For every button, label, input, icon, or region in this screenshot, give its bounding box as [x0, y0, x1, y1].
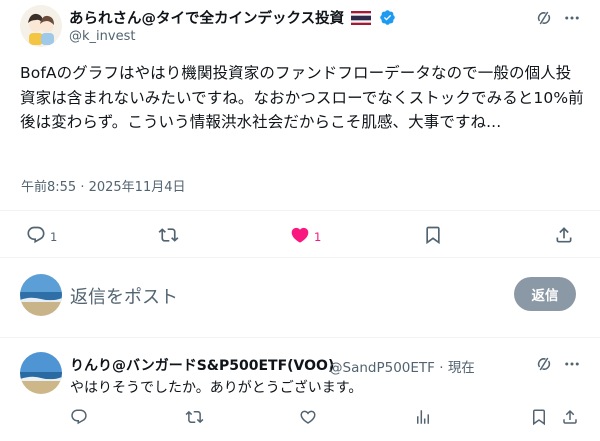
like-icon: [290, 225, 310, 248]
share-icon: [561, 408, 579, 429]
more-icon[interactable]: [561, 7, 583, 29]
share-icon: [554, 225, 574, 248]
reply-submit-button[interactable]: 返信: [514, 277, 576, 311]
author-name-text[interactable]: あられさん@タイで全カインデックス投資: [69, 11, 344, 27]
thailand-flag-icon: [351, 11, 372, 29]
reply-author-handle[interactable]: @SandP500ETF: [329, 360, 435, 376]
reply-like-button[interactable]: [299, 408, 317, 429]
author-avatar[interactable]: [20, 5, 62, 47]
reply-author-meta: @SandP500ETF · 現在: [329, 356, 475, 376]
repost-icon: [185, 408, 204, 429]
share-button[interactable]: [554, 225, 574, 248]
reply-input[interactable]: 返信をポスト: [70, 283, 178, 309]
repost-icon: [158, 225, 179, 248]
reply-icon: [26, 225, 46, 248]
like-count: 1: [314, 229, 322, 244]
reply-reply-button[interactable]: [70, 408, 88, 429]
bookmark-icon: [530, 408, 548, 429]
views-icon: [414, 408, 432, 429]
current-user-avatar[interactable]: [20, 274, 62, 316]
post-body: BofAのグラフはやはり機関投資家のファンドフローデータなので一般の個人投資家は…: [20, 64, 584, 131]
divider-top: [0, 210, 600, 211]
reply-body: やはりそうでしたか。ありがとうございます。: [70, 380, 363, 396]
reply-share-button[interactable]: [561, 408, 579, 429]
reply-author-name[interactable]: りんり@バンガードS&P500ETF(VOO): [70, 355, 334, 375]
reply-time[interactable]: 現在: [448, 360, 475, 376]
like-button[interactable]: 1: [290, 225, 321, 248]
reply-views-button[interactable]: [414, 408, 432, 429]
author-name[interactable]: あられさん@タイで全カインデックス投資: [69, 7, 396, 30]
post-timestamp[interactable]: 午前8:55 · 2025年11月4日: [21, 176, 186, 195]
reply-author-avatar[interactable]: [20, 352, 62, 394]
reply-count: 1: [50, 229, 58, 244]
post-detail: あられさん@タイで全カインデックス投資 @k_invest BofAのグラフはや…: [0, 0, 600, 441]
reply-grok-icon[interactable]: [533, 353, 555, 375]
reply-icon: [70, 408, 88, 429]
meta-separator: ·: [439, 360, 444, 376]
divider-actions: [0, 257, 600, 258]
reply-bookmark-button[interactable]: [530, 408, 548, 429]
reply-more-icon[interactable]: [561, 353, 583, 375]
reply-repost-button[interactable]: [185, 408, 204, 429]
bookmark-button[interactable]: [423, 225, 443, 248]
like-icon: [299, 408, 317, 429]
bookmark-icon: [423, 225, 443, 248]
repost-button[interactable]: [158, 225, 179, 248]
divider-composer: [0, 337, 600, 338]
verified-badge-icon[interactable]: [379, 9, 396, 30]
grok-icon[interactable]: [533, 7, 555, 29]
author-handle[interactable]: @k_invest: [69, 29, 135, 44]
reply-button[interactable]: 1: [26, 225, 57, 248]
